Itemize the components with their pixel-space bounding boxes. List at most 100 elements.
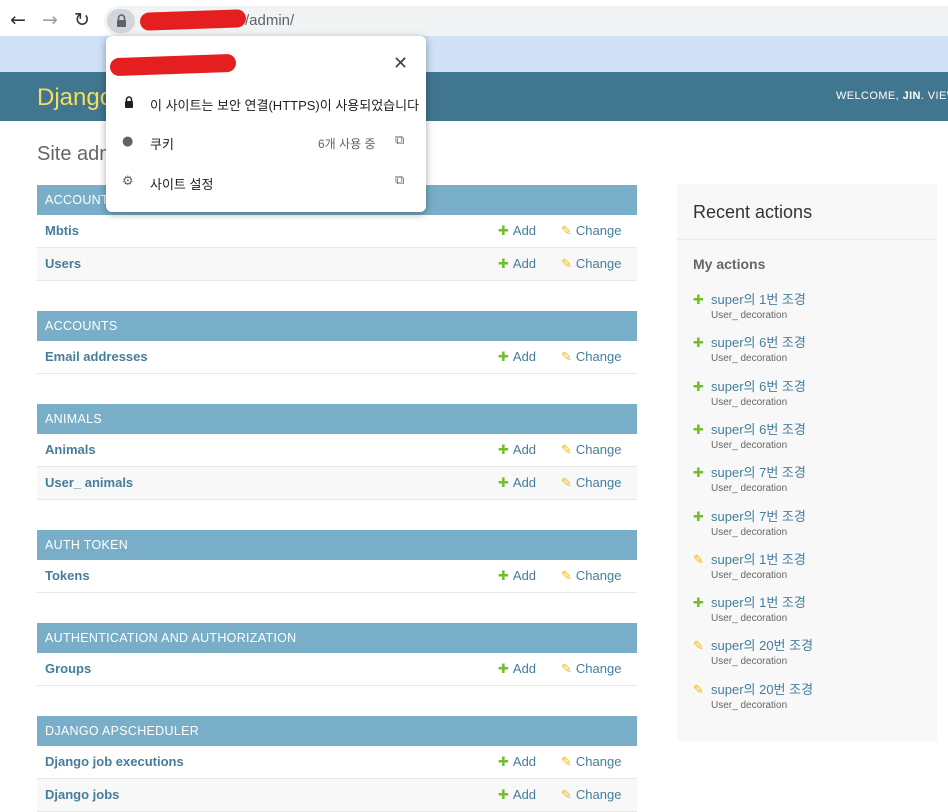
module-caption[interactable]: DJANGO APSCHEDULER (37, 716, 637, 746)
recent-actions-title: Recent actions (693, 202, 813, 222)
change-label: Change (575, 568, 622, 583)
module-apscheduler: DJANGO APSCHEDULER Django job executions… (37, 716, 637, 812)
site-settings-row[interactable]: ⚙ 사이트 설정 ⧉ (106, 168, 426, 198)
model-link[interactable]: Users (45, 256, 81, 271)
table-row: Tokens ✚ Add ✎ Change (37, 560, 637, 593)
recent-action-link[interactable]: ✚ super의 7번 조경 (693, 462, 933, 481)
pencil-icon: ✎ (561, 443, 572, 458)
add-link[interactable]: ✚ Add (498, 256, 536, 272)
table-row: Groups ✚ Add ✎ Change (37, 653, 637, 686)
recent-actions-panel: Recent actions My actions ✚ super의 1번 조경 U… (677, 184, 937, 741)
user-tools: WELCOME, JIN. VIEW (836, 90, 948, 102)
recent-action-link[interactable]: ✚ super의 6번 조경 (693, 419, 933, 438)
recent-action-model: User_ decoration (711, 439, 788, 451)
recent-action-text: super의 6번 조경 (711, 335, 806, 351)
module-caption[interactable]: AUTHENTICATION AND AUTHORIZATION (37, 623, 637, 653)
recent-action-link[interactable]: ✎ super의 1번 조경 (693, 549, 933, 568)
secure-connection-row[interactable]: 이 사이트는 보안 연결(HTTPS)이 사용되었습니다 (106, 89, 426, 119)
recent-action-model: User_ decoration (711, 699, 788, 711)
module-caption[interactable]: ACCOUNTS (37, 311, 637, 341)
add-link[interactable]: ✚ Add (498, 349, 536, 365)
add-label: Add (512, 475, 537, 490)
module-auth: AUTHENTICATION AND AUTHORIZATION Groups … (37, 623, 637, 686)
model-link[interactable]: Django job executions (45, 754, 184, 769)
change-label: Change (575, 661, 622, 676)
recent-action-link[interactable]: ✚ super의 6번 조경 (693, 332, 933, 351)
site-info-button[interactable] (107, 9, 135, 33)
recent-action-link[interactable]: ✚ super의 6번 조경 (693, 376, 933, 395)
plus-icon: ✚ (498, 257, 509, 272)
cookie-icon: ● (122, 134, 134, 149)
add-link[interactable]: ✚ Add (498, 475, 536, 491)
recent-action-link[interactable]: ✎ super의 20번 조경 (693, 679, 933, 698)
url-path[interactable]: /admin/ (245, 12, 294, 29)
module-accounts-email: ACCOUNTS Email addresses ✚ Add ✎ Change (37, 311, 637, 374)
table-row: Mbtis ✚ Add ✎ Change (37, 215, 637, 248)
module-animals: ANIMALS Animals ✚ Add ✎ Change User_ anima… (37, 404, 637, 500)
reload-button[interactable]: ↻ (70, 8, 94, 32)
recent-action-model: User_ decoration (711, 310, 788, 321)
change-link[interactable]: ✎ Change (561, 223, 621, 239)
table-row: Django job executions ✚ Add ✎ Change (37, 746, 637, 779)
model-link[interactable]: User_ animals (45, 475, 133, 490)
pencil-icon: ✎ (561, 662, 572, 677)
close-icon[interactable]: ✕ (393, 53, 408, 74)
model-link[interactable]: Django jobs (45, 787, 119, 802)
site-settings-label: 사이트 설정 (150, 177, 214, 192)
change-link[interactable]: ✎ Change (561, 475, 621, 491)
model-link[interactable]: Groups (45, 661, 91, 676)
add-link[interactable]: ✚ Add (498, 442, 536, 458)
add-link[interactable]: ✚ Add (498, 754, 536, 770)
add-link[interactable]: ✚ Add (498, 223, 536, 239)
recent-action-model: User_ decoration (711, 483, 788, 495)
recent-action-item: ✚ super의 1번 조경 User_ decoration (693, 592, 933, 624)
recent-action-item: ✎ super의 1번 조경 User_ decoration (693, 549, 933, 581)
add-link[interactable]: ✚ Add (498, 661, 536, 677)
pencil-icon: ✎ (561, 788, 572, 803)
plus-icon: ✚ (498, 476, 509, 491)
add-label: Add (512, 787, 537, 802)
recent-action-item: ✎ super의 20번 조경 User_ decoration (693, 679, 933, 711)
model-link[interactable]: Tokens (45, 568, 90, 583)
cookies-count: 6개 사용 중 (318, 137, 376, 151)
add-link[interactable]: ✚ Add (498, 568, 536, 584)
cookies-row[interactable]: ● 쿠키 6개 사용 중 ⧉ (106, 128, 426, 158)
change-label: Change (575, 754, 622, 769)
change-link[interactable]: ✎ Change (561, 787, 621, 803)
change-link[interactable]: ✎ Change (561, 256, 621, 272)
recent-action-model: User_ decoration (711, 526, 788, 538)
plus-icon: ✚ (693, 596, 704, 612)
add-label: Add (512, 349, 537, 364)
change-link[interactable]: ✎ Change (561, 349, 621, 365)
recent-action-link[interactable]: ✎ super의 20번 조경 (693, 635, 933, 654)
module-caption[interactable]: AUTH TOKEN (37, 530, 637, 560)
view-site-link[interactable]: . VIEW (921, 90, 948, 102)
recent-action-item: ✚ super의 6번 조경 User_ decoration (693, 376, 933, 408)
change-link[interactable]: ✎ Change (561, 568, 621, 584)
change-link[interactable]: ✎ Change (561, 442, 621, 458)
recent-action-link[interactable]: ✚ super의 1번 조경 (693, 592, 933, 611)
gear-icon: ⚙ (122, 174, 134, 189)
model-link[interactable]: Mbtis (45, 223, 79, 238)
table-row: Email addresses ✚ Add ✎ Change (37, 341, 637, 374)
change-label: Change (575, 349, 622, 364)
add-label: Add (512, 661, 537, 676)
divider (677, 239, 937, 240)
recent-action-link[interactable]: ✚ super의 7번 조경 (693, 506, 933, 525)
add-link[interactable]: ✚ Add (498, 787, 536, 803)
forward-button[interactable]: → (38, 8, 62, 32)
change-link[interactable]: ✎ Change (561, 754, 621, 770)
module-caption[interactable]: ANIMALS (37, 404, 637, 434)
recent-action-item: ✚ super의 7번 조경 User_ decoration (693, 506, 933, 538)
change-link[interactable]: ✎ Change (561, 661, 621, 677)
model-link[interactable]: Animals (45, 442, 96, 457)
pencil-icon: ✎ (561, 755, 572, 770)
recent-action-link[interactable]: ✚ super의 1번 조경 (693, 289, 933, 308)
my-actions-heading: My actions (693, 256, 766, 272)
back-button[interactable]: ← (6, 8, 30, 32)
model-link[interactable]: Email addresses (45, 349, 148, 364)
external-link-icon: ⧉ (395, 133, 405, 148)
plus-icon: ✚ (498, 224, 509, 239)
change-label: Change (575, 475, 622, 490)
plus-icon: ✚ (693, 509, 704, 525)
